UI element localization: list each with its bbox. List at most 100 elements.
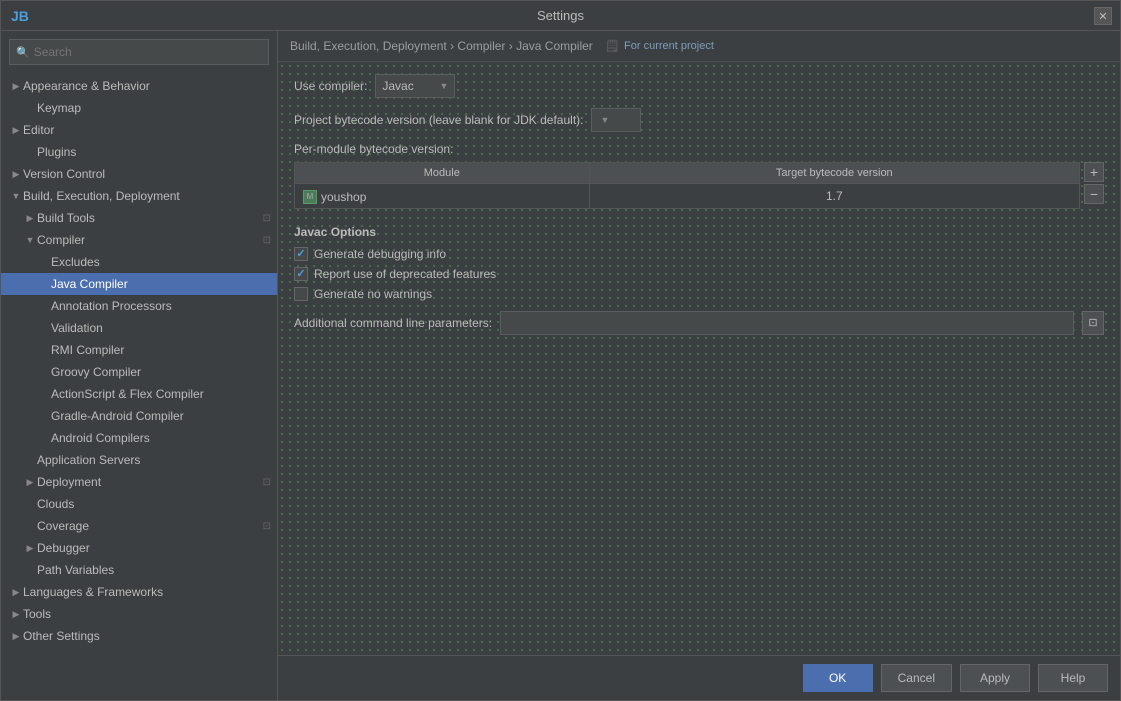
target-cell: 1.7 [589,184,1079,209]
expand-arrow-placeholder [23,145,37,159]
sidebar-item-validation[interactable]: Validation [1,317,277,339]
help-button[interactable]: Help [1038,664,1108,692]
bytecode-version-dropdown[interactable]: ▼ [591,108,641,132]
sidebar-item-annotation-processors[interactable]: Annotation Processors [1,295,277,317]
checkbox-generate-no-warnings[interactable] [294,287,308,301]
sidebar: 🔍 ▶ Appearance & Behavior Keymap ▶ Edito… [1,31,278,700]
sidebar-item-label: Java Compiler [51,277,128,291]
sidebar-item-excludes[interactable]: Excludes [1,251,277,273]
sidebar-item-build-execution[interactable]: ▼ Build, Execution, Deployment [1,185,277,207]
expand-arrow-placeholder [37,409,51,423]
sidebar-item-label: Version Control [23,167,105,181]
checkmark-icon: ✓ [296,267,305,280]
sidebar-item-compiler[interactable]: ▼ Compiler ⊡ [1,229,277,251]
table-row[interactable]: M youshop 1.7 [295,184,1080,209]
sidebar-item-label: Compiler [37,233,85,247]
cmd-expand-button[interactable]: ⊡ [1082,311,1104,335]
sidebar-item-label: Editor [23,123,54,137]
per-module-label: Per-module bytecode version: [294,142,1104,156]
sidebar-item-label: Debugger [37,541,90,555]
sidebar-item-keymap[interactable]: Keymap [1,97,277,119]
sidebar-item-clouds[interactable]: Clouds [1,493,277,515]
sidebar-item-version-control[interactable]: ▶ Version Control [1,163,277,185]
sidebar-item-java-compiler[interactable]: Java Compiler [1,273,277,295]
checkbox-generate-debugging[interactable]: ✓ [294,247,308,261]
expand-arrow-placeholder [37,431,51,445]
sidebar-item-label: Build Tools [37,211,95,225]
sidebar-item-android-compilers[interactable]: Android Compilers [1,427,277,449]
cmd-params-label: Additional command line parameters: [294,316,492,330]
table-actions: + − [1084,162,1104,204]
sidebar-item-editor[interactable]: ▶ Editor [1,119,277,141]
sidebar-item-languages-frameworks[interactable]: ▶ Languages & Frameworks [1,581,277,603]
expand-arrow-placeholder [37,299,51,313]
bytecode-version-row: Project bytecode version (leave blank fo… [294,108,1104,132]
sidebar-item-label: Build, Execution, Deployment [23,189,180,203]
col-header-target: Target bytecode version [589,163,1079,184]
expand-arrow: ▶ [9,629,23,643]
apply-button[interactable]: Apply [960,664,1030,692]
remove-module-button[interactable]: − [1084,184,1104,204]
copy-icon: ⊡ [263,477,271,488]
expand-arrow-placeholder [23,519,37,533]
sidebar-item-label: Languages & Frameworks [23,585,163,599]
search-box[interactable]: 🔍 [9,39,269,65]
sidebar-tree: ▶ Appearance & Behavior Keymap ▶ Editor … [1,73,277,700]
search-input[interactable] [34,45,262,59]
sidebar-item-application-servers[interactable]: Application Servers [1,449,277,471]
cmd-params-input[interactable] [500,311,1074,335]
module-table-wrapper: Module Target bytecode version M youshop [294,162,1104,209]
breadcrumb-path: Build, Execution, Deployment › Compiler … [290,39,593,53]
checkbox-label-generate-debugging: Generate debugging info [314,247,446,261]
sidebar-item-label: Annotation Processors [51,299,172,313]
expand-arrow-placeholder [23,453,37,467]
breadcrumb-project: For current project [624,40,714,52]
sidebar-item-groovy-compiler[interactable]: Groovy Compiler [1,361,277,383]
sidebar-item-coverage[interactable]: Coverage ⊡ [1,515,277,537]
dropdown-arrow-icon: ▼ [439,81,448,91]
sidebar-item-tools[interactable]: ▶ Tools [1,603,277,625]
sidebar-item-path-variables[interactable]: Path Variables [1,559,277,581]
bytecode-version-label: Project bytecode version (leave blank fo… [294,113,583,127]
sidebar-item-appearance-behavior[interactable]: ▶ Appearance & Behavior [1,75,277,97]
sidebar-item-rmi-compiler[interactable]: RMI Compiler [1,339,277,361]
sidebar-item-label: Plugins [37,145,76,159]
use-compiler-value: Javac [382,79,435,93]
close-button[interactable]: ✕ [1094,7,1112,25]
sidebar-item-build-tools[interactable]: ▶ Build Tools ⊡ [1,207,277,229]
col-header-module: Module [295,163,590,184]
expand-arrow-placeholder [37,255,51,269]
sidebar-item-other-settings[interactable]: ▶ Other Settings [1,625,277,647]
sidebar-item-deployment[interactable]: ▶ Deployment ⊡ [1,471,277,493]
window-title: Settings [537,8,584,23]
sidebar-item-label: RMI Compiler [51,343,124,357]
add-module-button[interactable]: + [1084,162,1104,182]
checkbox-row-report-deprecated: ✓ Report use of deprecated features [294,267,1104,281]
expand-arrow: ▼ [23,233,37,247]
expand-arrow-placeholder [23,101,37,115]
copy-icon: ⊡ [263,521,271,532]
sidebar-item-label: Deployment [37,475,101,489]
ok-button[interactable]: OK [803,664,873,692]
main-content: 🔍 ▶ Appearance & Behavior Keymap ▶ Edito… [1,31,1120,700]
search-icon: 🔍 [16,46,30,59]
sidebar-item-debugger[interactable]: ▶ Debugger [1,537,277,559]
sidebar-item-plugins[interactable]: Plugins [1,141,277,163]
use-compiler-dropdown[interactable]: Javac ▼ [375,74,455,98]
sidebar-item-actionscript-compiler[interactable]: ActionScript & Flex Compiler [1,383,277,405]
sidebar-item-gradle-android-compiler[interactable]: Gradle-Android Compiler [1,405,277,427]
sidebar-item-label: Validation [51,321,103,335]
expand-arrow: ▶ [9,607,23,621]
app-logo: JB [11,8,29,24]
copy-icon: ⊡ [263,213,271,224]
panel-body: Use compiler: Javac ▼ Project bytecode v… [278,62,1120,655]
sidebar-item-label: Coverage [37,519,89,533]
cancel-button[interactable]: Cancel [881,664,952,692]
module-icon: M youshop [303,190,366,204]
module-box-icon: M [303,190,317,204]
bottom-bar: OK Cancel Apply Help [278,655,1120,700]
sidebar-item-label: Android Compilers [51,431,150,445]
expand-arrow: ▶ [9,585,23,599]
checkbox-report-deprecated[interactable]: ✓ [294,267,308,281]
sidebar-item-label: Appearance & Behavior [23,79,150,93]
